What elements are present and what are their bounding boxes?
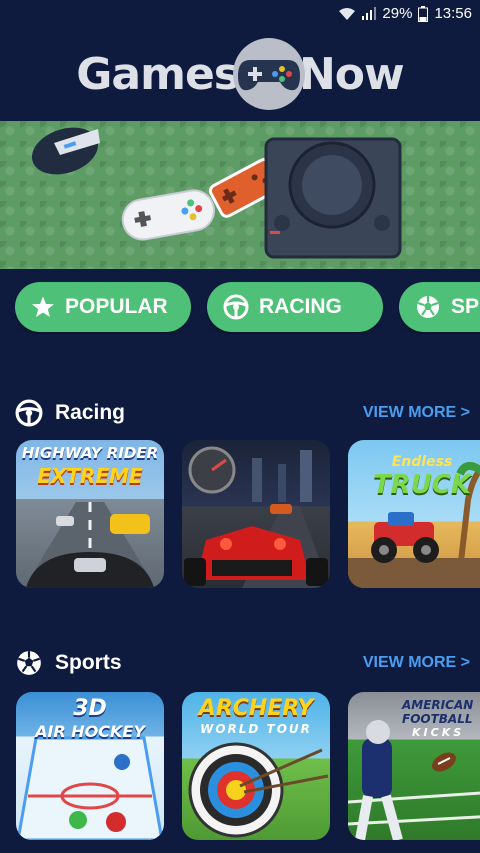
logo-word-now: Now xyxy=(298,48,405,100)
white-controller-icon xyxy=(121,189,215,241)
view-more-link[interactable]: VIEW MORE > xyxy=(363,404,470,422)
game-title-line2: FOOTBALL xyxy=(402,712,473,726)
chip-label: RACING xyxy=(259,295,342,318)
game-title-line1: ARCHERY xyxy=(198,696,314,721)
wifi-icon xyxy=(338,7,356,21)
game-tile-american-football-kicks[interactable]: AMERICAN FOOTBALL KICKS xyxy=(348,692,480,840)
clock: 13:56 xyxy=(434,5,472,22)
game-art xyxy=(24,502,156,588)
app-logo: Games Now xyxy=(0,36,480,112)
game-title-line1: AMERICAN xyxy=(402,698,474,712)
chip-racing[interactable]: RACING xyxy=(207,282,383,332)
game-title-line2: WORLD TOUR xyxy=(200,722,312,736)
logo-word-games: Games xyxy=(76,48,240,100)
game-art xyxy=(184,446,330,588)
game-tile-highway-rider-extreme[interactable]: HIGHWAY RIDER EXTREME xyxy=(16,440,164,588)
game-tile-3d-air-hockey[interactable]: 3D AIR HOCKEY xyxy=(16,692,164,840)
gamepad-icon xyxy=(232,38,305,110)
star-icon xyxy=(31,295,55,319)
game-title-line3: KICKS xyxy=(412,726,465,739)
steering-wheel-icon xyxy=(15,399,43,427)
game-title-line2: AIR HOCKEY xyxy=(35,722,145,741)
hero-banner[interactable] xyxy=(0,121,480,269)
chip-label: SP xyxy=(451,295,480,318)
chip-sports[interactable]: SP xyxy=(399,282,480,332)
game-tile-archery-world-tour[interactable]: ARCHERY WORLD TOUR xyxy=(182,692,330,840)
category-chips: POPULAR RACING SP xyxy=(15,282,480,334)
game-tile-formula-racing[interactable] xyxy=(182,440,330,588)
section-header-racing: Racing VIEW MORE > xyxy=(15,398,470,428)
game-title-line1: HIGHWAY RIDER xyxy=(21,444,159,462)
console-icon xyxy=(264,137,402,259)
section-header-sports: Sports VIEW MORE > xyxy=(15,648,470,678)
view-more-link[interactable]: VIEW MORE > xyxy=(363,654,470,672)
game-title-line1: 3D xyxy=(73,696,107,721)
status-bar: 29% 13:56 xyxy=(0,0,480,28)
hero-illustration xyxy=(31,127,402,259)
battery-percent: 29% xyxy=(382,5,413,22)
game-title-line1: Endless xyxy=(391,454,453,470)
signal-icon xyxy=(362,7,377,20)
soccer-ball-icon xyxy=(15,649,43,677)
chip-popular[interactable]: POPULAR xyxy=(15,282,191,332)
status-indicators: 29% 13:56 xyxy=(338,5,472,22)
steering-wheel-icon xyxy=(223,294,249,320)
battery-icon xyxy=(418,5,429,22)
game-tile-endless-truck[interactable]: Endless TRUCK xyxy=(348,440,480,588)
section-title: Sports xyxy=(55,651,122,674)
game-title-line2: TRUCK xyxy=(372,470,472,500)
soccer-ball-icon xyxy=(415,294,441,320)
section-title: Racing xyxy=(55,401,126,424)
game-title-line2: EXTREME xyxy=(37,464,143,488)
mouse-icon xyxy=(31,127,100,175)
chip-label: POPULAR xyxy=(65,295,168,318)
